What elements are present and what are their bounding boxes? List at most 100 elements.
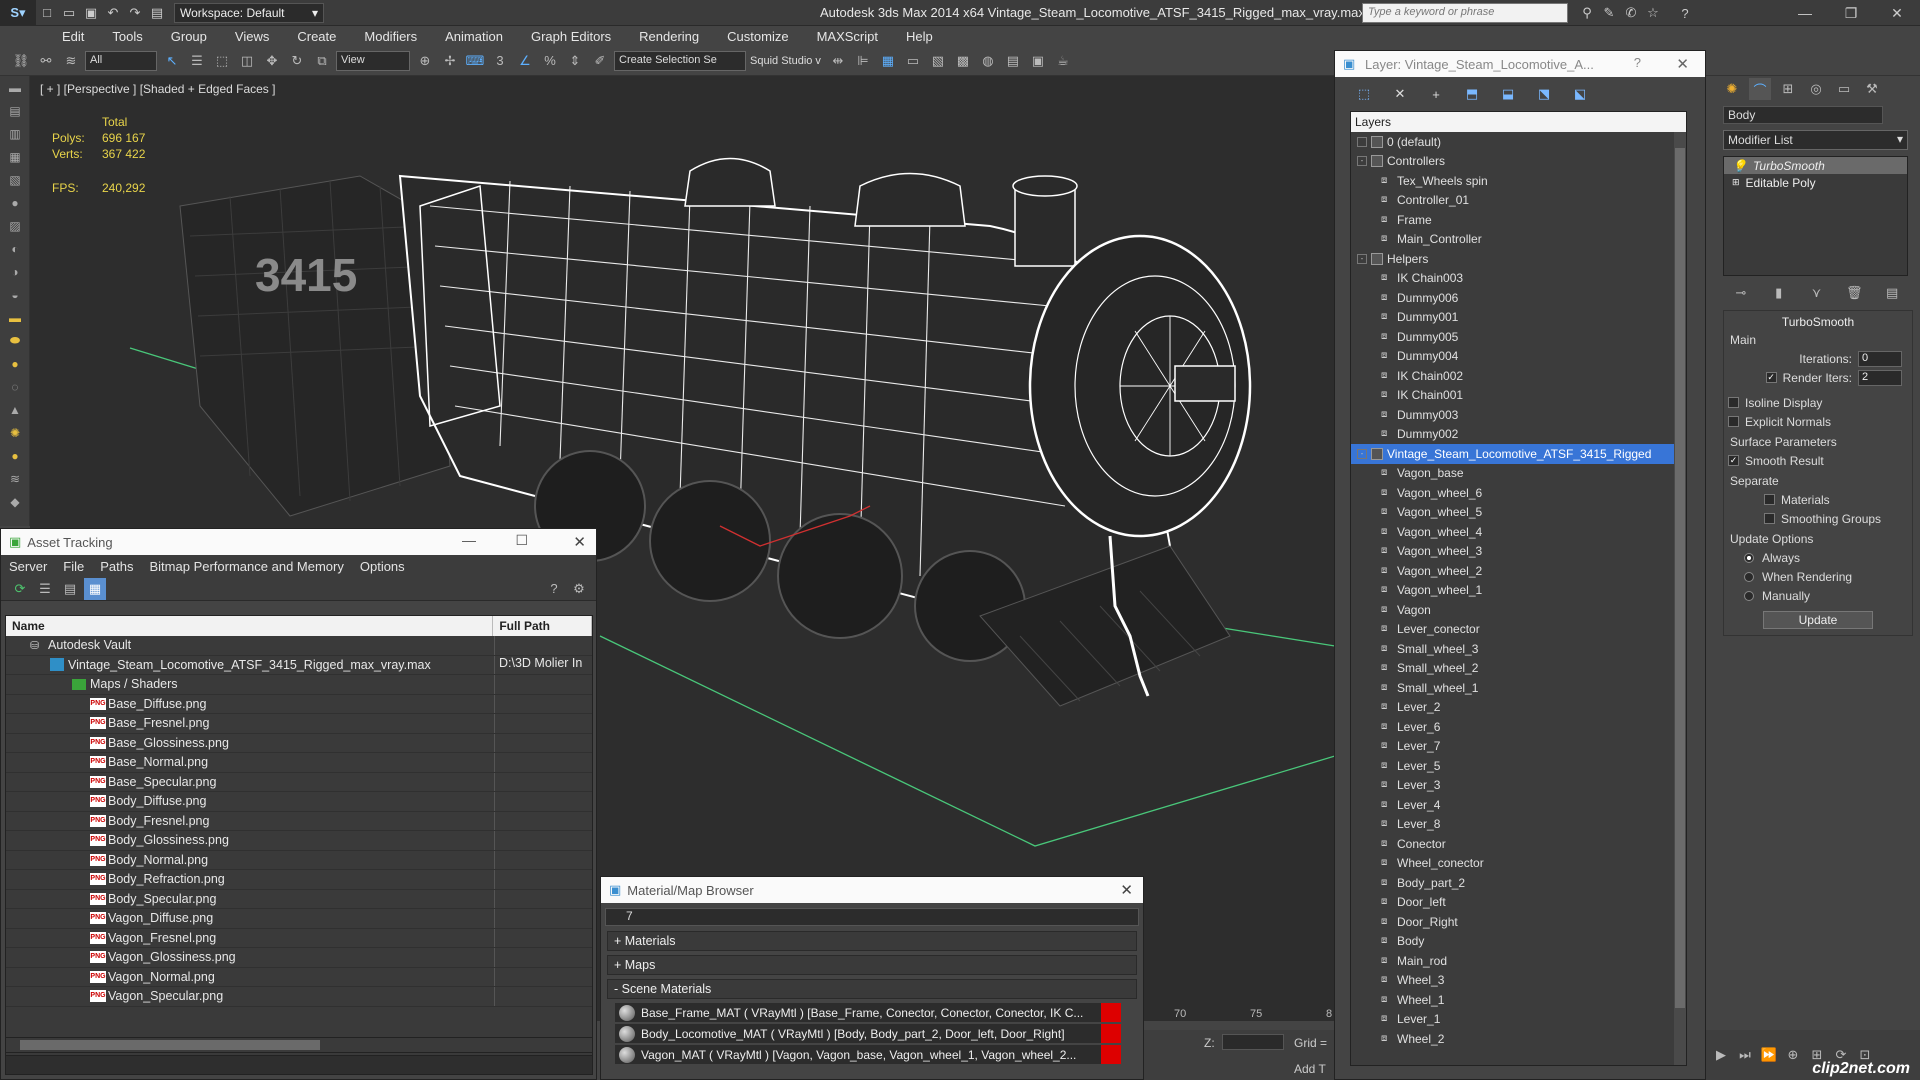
layer-object-row[interactable]: ⧈ Wheel_conector [1351,854,1686,874]
layer-object-row[interactable]: ⧈ Vagon_base [1351,464,1686,484]
update-manually-radio[interactable] [1744,590,1754,601]
separate-smoothing-checkbox[interactable] [1764,513,1775,524]
layer-object-row[interactable]: ⧈ Wheel_3 [1351,971,1686,991]
asset-row-file[interactable]: PNG Body_Refraction.png [6,870,592,890]
asset-row-file[interactable]: PNG Vagon_Fresnel.png [6,928,592,948]
menu-modifiers[interactable]: Modifiers [364,29,417,44]
layer-vertical-scrollbar[interactable] [1674,132,1686,1065]
create-tab-icon[interactable]: ✺ [1721,78,1743,100]
named-selection-set-input[interactable]: Create Selection Se [614,50,746,71]
menu-tools[interactable]: Tools [112,29,142,44]
add-time-tag[interactable]: Add T [1294,1062,1326,1076]
layer-row[interactable]: - Controllers [1351,152,1686,172]
layer-object-row[interactable]: ⧈ Vagon_wheel_2 [1351,561,1686,581]
rollout-title[interactable]: TurboSmooth [1728,315,1908,329]
layer-object-row[interactable]: ⧈ Dummy001 [1351,308,1686,328]
hide-all-icon[interactable]: ⬔ [1533,83,1555,105]
menu-bitmap-performance[interactable]: Bitmap Performance and Memory [150,559,344,574]
isoline-checkbox[interactable] [1728,397,1739,408]
layer-row[interactable]: - Helpers [1351,249,1686,269]
maximize-button[interactable]: ❐ [1828,0,1874,26]
update-when-rendering-radio[interactable] [1744,571,1754,582]
pin-stack-icon[interactable]: ⊸ [1731,282,1751,304]
layer-object-row[interactable]: ⧈ IK Chain001 [1351,386,1686,406]
strip-tool-icon[interactable]: ▤ [0,99,30,122]
list-view-icon[interactable]: ☰ [34,578,56,600]
layer-object-row[interactable]: ⧈ Vagon_wheel_6 [1351,483,1686,503]
next-frame-icon[interactable]: ⏭ [1734,1044,1756,1066]
selection-filter-dropdown[interactable]: All [85,50,157,71]
render-iters-checkbox[interactable]: ✓ [1765,372,1777,383]
rotate-icon[interactable]: ↻ [286,50,308,72]
iterations-spinner[interactable]: 0 [1858,350,1902,367]
rendered-frame-icon[interactable]: ▣ [1027,50,1049,72]
minimize-button[interactable]: — [1782,0,1828,26]
strip-tool-icon[interactable]: ● [0,352,30,375]
timeline-ruler[interactable]: 70 75 8 [1150,1008,1335,1028]
material-row[interactable]: Body_Locomotive_MAT ( VRayMtl ) [Body, B… [615,1024,1121,1043]
menu-help[interactable]: Help [906,29,933,44]
help-icon[interactable]: ? [543,578,565,600]
layer-object-row[interactable]: ⧈ Lever_7 [1351,737,1686,757]
grid-view-icon[interactable]: ▦ [84,577,106,600]
motion-tab-icon[interactable]: ◎ [1805,78,1827,100]
close-button[interactable]: ✕ [1874,0,1920,26]
menu-options[interactable]: Options [360,559,405,574]
asset-row-file[interactable]: PNG Body_Diffuse.png [6,792,592,812]
strip-tool-icon[interactable]: ▦ [0,145,30,168]
reference-coordinate-dropdown[interactable]: View [336,50,410,71]
layer-object-row[interactable]: ⧈ Small_wheel_2 [1351,659,1686,679]
strip-tool-icon[interactable]: ▨ [0,214,30,237]
layer-object-row[interactable]: ⧈ Wheel_2 [1351,1029,1686,1049]
asset-row-file[interactable]: PNG Vagon_Specular.png [6,987,592,1007]
material-editor-icon[interactable]: ◍ [977,50,999,72]
save-icon[interactable]: ▣ [80,3,102,23]
rect-selection-icon[interactable]: ⬚ [211,50,233,72]
menu-customize[interactable]: Customize [727,29,788,44]
asset-row-file[interactable]: PNG Vagon_Diffuse.png [6,909,592,929]
layer-object-row[interactable]: ⧈ Dummy006 [1351,288,1686,308]
layer-object-row[interactable]: ⧈ Small_wheel_1 [1351,678,1686,698]
expand-collapse-icon[interactable]: - [1357,156,1367,167]
strip-tool-icon[interactable]: ⬬ [0,329,30,352]
layer-object-row[interactable]: ⧈ Dummy003 [1351,405,1686,425]
material-search-input[interactable]: 7 [605,908,1139,926]
play-icon[interactable]: ▶ [1710,1044,1732,1066]
layer-object-row[interactable]: ⧈ Lever_2 [1351,698,1686,718]
mirror-icon[interactable]: ⇹ [827,50,849,72]
modifier-turbosmooth[interactable]: 💡 TurboSmooth [1724,157,1907,174]
layer-object-row[interactable]: ⧈ Wheel_1 [1351,990,1686,1010]
schematic-view-icon[interactable]: ▩ [952,50,974,72]
select-by-name-icon[interactable]: ☰ [186,50,208,72]
layer-object-row[interactable]: ⧈ Vagon_wheel_1 [1351,581,1686,601]
render-production-icon[interactable]: ☕ [1052,50,1074,72]
help-icon[interactable]: ? [1674,3,1696,23]
utilities-tab-icon[interactable]: ⚒ [1861,78,1883,100]
strip-tool-icon[interactable]: ◒ [0,283,30,306]
strip-tool-icon[interactable]: ◐ [0,237,30,260]
asset-row-file[interactable]: PNG Base_Specular.png [6,772,592,792]
asset-row-file[interactable]: PNG Base_Diffuse.png [6,694,592,714]
close-icon[interactable]: ✕ [573,533,586,551]
menu-paths[interactable]: Paths [100,559,133,574]
menu-views[interactable]: Views [235,29,269,44]
keyboard-shortcut-icon[interactable]: ⌨ [464,50,486,72]
modifier-editable-poly[interactable]: ⊞ Editable Poly [1724,174,1907,191]
graphite-tools-icon[interactable]: ▭ [902,50,924,72]
menu-create[interactable]: Create [297,29,336,44]
layer-object-row[interactable]: ⧈ IK Chain003 [1351,269,1686,289]
strip-tool-icon[interactable]: ◌ [0,375,30,398]
close-icon[interactable]: ✕ [1120,881,1133,899]
update-button[interactable]: Update [1763,611,1873,629]
scroll-thumb[interactable] [1675,148,1685,1008]
menu-group[interactable]: Group [171,29,207,44]
table-view-icon[interactable]: ▤ [59,578,81,600]
asset-row-vault[interactable]: ⛁ Autodesk Vault [6,636,592,656]
layer-object-row[interactable]: ⧈ Vagon_wheel_5 [1351,503,1686,523]
align-icon[interactable]: ⊫ [852,50,874,72]
favorites-star-icon[interactable]: ☆ [1642,3,1664,23]
squid-studio-label[interactable]: Squid Studio v [750,55,821,67]
layer-object-row[interactable]: ⧈ Tex_Wheels spin [1351,171,1686,191]
object-name-field[interactable]: Body [1723,106,1883,124]
workspace-dropdown[interactable]: Workspace: Default ▾ [174,2,324,23]
